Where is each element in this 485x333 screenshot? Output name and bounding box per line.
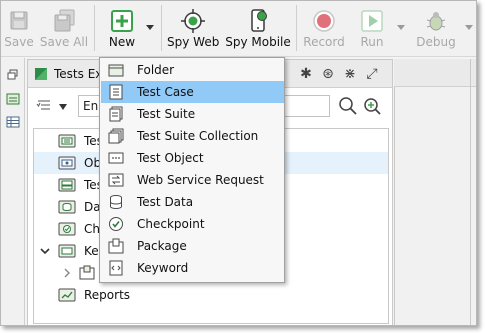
save-button[interactable]: Save [1,1,37,57]
plus-icon [111,10,133,32]
menu-item-test-suite-collection[interactable]: Test Suite Collection [101,125,284,147]
app-window: Save Save All New Spy Web Spy Mobile Rec… [0,0,477,326]
chevron-down-icon[interactable] [58,103,68,111]
main-toolbar: Save Save All New Spy Web Spy Mobile Rec… [1,1,476,57]
tests-explorer-tab-icon [35,68,47,80]
tests-explorer-icon[interactable] [6,92,20,106]
checkpoint-icon [109,217,123,231]
menu-item-test-case[interactable]: Test Case [101,81,284,103]
menu-item-label: Test Object [137,151,204,165]
database-icon [110,195,122,209]
debug-label: Debug [416,35,456,49]
run-button[interactable]: Run [353,1,391,57]
new-button[interactable]: New [103,1,141,57]
menu-item-label: Package [137,239,187,253]
toolbar-separator [296,5,297,51]
menu-item-test-object[interactable]: Test Object [101,147,284,169]
menu-item-label: Folder [137,63,175,77]
crosshair-icon [181,9,205,33]
play-icon [361,10,383,32]
spy-web-label: Spy Web [167,35,220,49]
menu-item-test-suite[interactable]: Test Suite [101,103,284,125]
chevron-down-icon[interactable] [40,246,50,256]
mobile-spy-icon [251,9,267,32]
editor-tab-bar [394,59,476,87]
editor-edge [394,59,395,325]
editor-area [394,59,476,325]
maximize-icon[interactable]: ⤢ [364,66,380,82]
advanced-search-icon[interactable] [362,96,382,116]
floppy-multi-icon [54,9,75,32]
keyword-icon [109,260,123,276]
menu-item-label: Test Suite [137,107,196,121]
package-icon [79,265,95,280]
debug-dropdown-arrow[interactable] [465,25,473,30]
chevron-right-icon[interactable] [62,268,72,278]
menu-item-folder[interactable]: Folder [101,59,284,81]
menu-item-label: Web Service Request [137,173,264,187]
test-suite-icon [109,106,123,122]
run-dropdown-arrow[interactable] [397,25,405,30]
menu-item-keyword[interactable]: Keyword [101,257,284,279]
collapse-icon[interactable]: ⋇ [342,66,358,82]
checkpoint-folder-icon [58,222,76,236]
debug-button[interactable]: Debug [413,1,459,57]
left-side-strip [1,58,25,325]
menu-item-test-data[interactable]: Test Data [101,191,284,213]
save-all-label: Save All [39,35,89,49]
table-icon[interactable] [6,115,20,129]
object-folder-icon [58,156,76,170]
record-icon [313,10,335,32]
test-case-icon [109,84,123,100]
new-dropdown-menu: Folder Test Case Test Suite Test Suite C… [99,57,285,283]
search-icon[interactable] [338,96,358,116]
tree-item-reports[interactable]: Reports [34,284,388,306]
folder-icon [108,64,124,77]
toolbar-separator [94,5,95,51]
refresh-icon[interactable]: ⊛ [320,66,336,82]
spy-mobile-button[interactable]: Spy Mobile [225,1,291,57]
filter-list-icon[interactable] [36,98,52,114]
menu-item-label: Test Suite Collection [137,129,259,143]
tree-item-label: Ke [84,244,99,258]
menu-item-label: Test Case [137,85,194,99]
menu-item-label: Checkpoint [137,217,205,231]
web-service-icon [108,173,124,187]
test-cases-folder-icon [58,134,76,148]
record-label: Record [303,35,345,49]
spy-mobile-label: Spy Mobile [225,35,291,49]
data-folder-icon [58,200,76,214]
test-suite-collection-icon [108,128,124,144]
save-all-button[interactable]: Save All [39,1,89,57]
right-divider [470,59,471,325]
reports-folder-icon [58,288,76,302]
tree-item-label: Reports [84,288,131,302]
package-icon [108,238,124,254]
floppy-icon [10,11,28,30]
tree-item-label: Ch [84,222,100,236]
new-label: New [108,35,136,49]
test-suites-folder-icon [58,178,76,192]
run-label: Run [360,35,384,49]
menu-item-web-service-request[interactable]: Web Service Request [101,169,284,191]
menu-item-checkpoint[interactable]: Checkpoint [101,213,284,235]
expand-all-icon[interactable]: ✱ [298,66,314,82]
spy-web-button[interactable]: Spy Web [167,1,219,57]
keyword-folder-icon [58,244,76,258]
test-object-icon [108,152,124,164]
restore-icon[interactable] [6,68,20,82]
toolbar-separator [161,5,162,51]
new-dropdown-arrow[interactable] [146,25,154,30]
menu-item-package[interactable]: Package [101,235,284,257]
bug-icon [426,12,446,31]
save-label: Save [4,35,34,49]
menu-item-label: Keyword [137,261,189,275]
record-button[interactable]: Record [303,1,345,57]
menu-item-label: Test Data [137,195,194,209]
